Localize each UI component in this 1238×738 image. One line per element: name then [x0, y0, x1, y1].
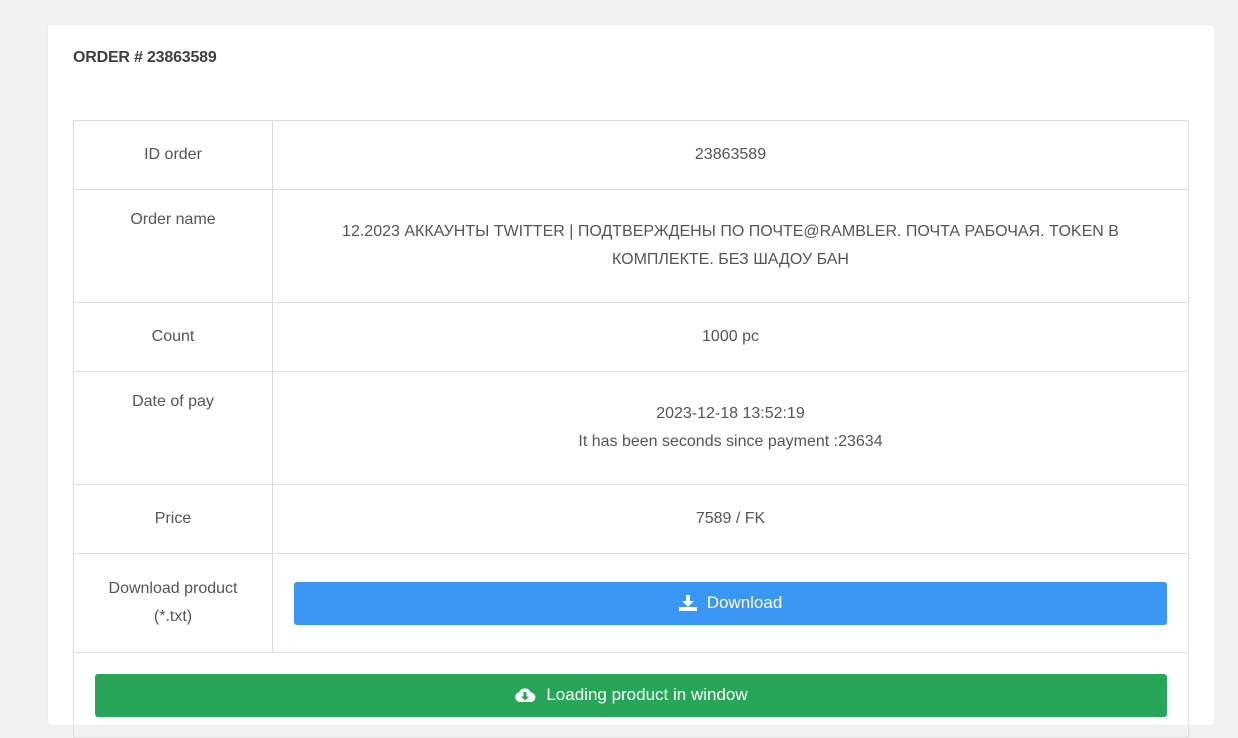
table-row-download: Download product (*.txt) Download — [73, 553, 1189, 653]
download-button-label: Download — [706, 593, 783, 612]
order-card: ORDER # 23863589 ID order 23863589 Order… — [48, 25, 1214, 738]
order-name-cell: 12.2023 АККАУНТЫ TWITTER | ПОДТВЕРЖДЕНЫ … — [272, 189, 1189, 303]
id-label: ID order — [73, 120, 273, 190]
table-row-date: Date of pay 2023-12-18 13:52:19 It has b… — [73, 371, 1189, 485]
id-value: 23863589 — [272, 120, 1189, 190]
order-details-table: ID order 23863589 Order name 12.2023 АКК… — [73, 120, 1189, 738]
loading-product-button-label: Loading product in window — [546, 685, 748, 704]
download-product-label: Download product (*.txt) — [73, 553, 273, 653]
download-icon — [678, 595, 697, 611]
download-product-label-line2: (*.txt) — [153, 608, 193, 625]
download-button[interactable]: Download — [294, 581, 1167, 625]
loading-cell: Loading product in window — [73, 652, 1189, 738]
count-label: Count — [73, 302, 273, 372]
price-label: Price — [73, 484, 273, 554]
table-row-name: Order name 12.2023 АККАУНТЫ TWITTER | ПО… — [73, 189, 1189, 303]
order-name-value: 12.2023 АККАУНТЫ TWITTER | ПОДТВЕРЖДЕНЫ … — [342, 223, 1119, 268]
download-cell: Download — [272, 553, 1189, 653]
count-value: 1000 pc — [272, 302, 1189, 372]
date-of-pay-value: 2023-12-18 13:52:19 — [656, 405, 805, 422]
loading-product-button[interactable]: Loading product in window — [95, 673, 1167, 717]
table-row-count: Count 1000 pc — [73, 302, 1189, 372]
table-row-loading: Loading product in window — [73, 652, 1189, 738]
order-title: ORDER # 23863589 — [73, 49, 217, 66]
seconds-since-payment: It has been seconds since payment :23634 — [578, 433, 883, 450]
price-value: 7589 / FK — [272, 484, 1189, 554]
table-row-id: ID order 23863589 — [73, 120, 1189, 190]
table-row-price: Price 7589 / FK — [73, 484, 1189, 554]
cloud-download-icon — [514, 687, 536, 703]
date-of-pay-label: Date of pay — [73, 371, 273, 485]
order-name-label: Order name — [73, 189, 273, 303]
date-of-pay-cell: 2023-12-18 13:52:19 It has been seconds … — [272, 371, 1189, 485]
download-product-label-line1: Download product — [108, 580, 238, 597]
